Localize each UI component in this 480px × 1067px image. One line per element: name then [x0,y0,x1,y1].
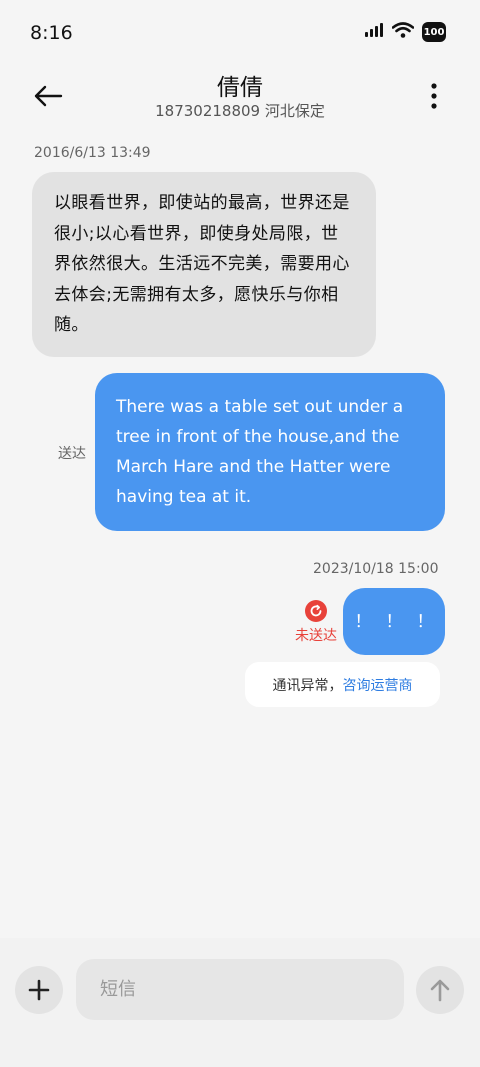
contact-carrier-link[interactable]: 咨询运营商 [343,675,413,695]
contact-name: 倩倩 [217,75,263,101]
notice-text: 通讯异常， [272,677,343,694]
signal-icon [364,22,384,42]
network-error-notice: 通讯异常， 咨询运营商 [245,662,440,707]
message-input[interactable] [76,959,404,1020]
compose-bar [0,938,480,1067]
status-time: 8:16 [30,22,73,44]
more-options-button[interactable] [424,80,444,112]
failed-status[interactable]: 未送达 [290,600,342,645]
add-attachment-button[interactable] [15,966,63,1014]
retry-icon[interactable] [305,600,327,622]
failed-message-bubble[interactable]: ！！！ [343,588,445,655]
battery-icon: 100 [422,22,446,42]
status-icons: 100 [364,22,446,42]
received-message-bubble[interactable]: 以眼看世界，即使站的最高，世界还是很小;以心看世界，即使身处局限，世界依然很大。… [32,172,376,357]
conversation-header: 倩倩 18730218809 河北保定 [0,62,480,132]
wifi-icon [391,22,415,42]
sent-message-bubble[interactable]: There was a table set out under a tree i… [95,373,445,531]
failed-status-label: 未送达 [295,628,337,644]
message-timestamp: 2016/6/13 13:49 [34,145,151,161]
status-bar: 8:16 100 [0,0,480,68]
message-timestamp: 2023/10/18 15:00 [313,561,439,577]
plus-icon [28,979,50,1001]
send-button[interactable] [416,966,464,1014]
more-vert-icon [431,83,437,109]
delivered-status: 送达 [58,446,86,462]
contact-detail: 18730218809 河北保定 [155,102,325,120]
send-arrow-icon [430,979,450,1002]
